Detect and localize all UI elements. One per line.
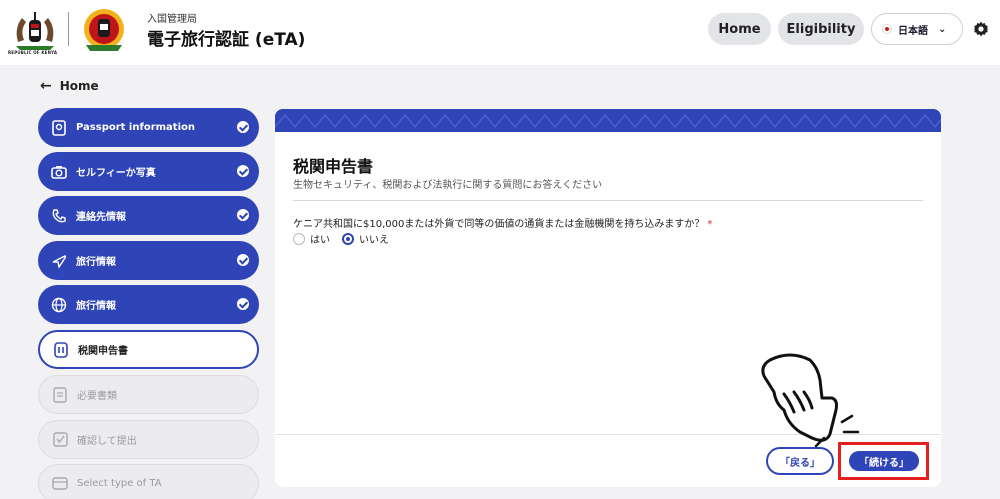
gear-icon [973, 21, 989, 37]
step-label: 連絡先情報 [76, 212, 126, 223]
back-button[interactable]: 「戻る」 [766, 447, 834, 475]
check-icon [237, 165, 249, 177]
plane-icon [50, 252, 68, 270]
required-mark: * [707, 219, 713, 230]
document-icon [51, 386, 69, 404]
phone-icon [50, 207, 68, 225]
language-selector[interactable]: 日本語 ⌄ [871, 13, 963, 45]
step-label: 旅行情報 [76, 301, 116, 312]
settings-gear-button[interactable] [969, 17, 993, 41]
step-label: Select type of TA [77, 478, 162, 489]
radio-no[interactable] [342, 232, 354, 245]
japan-flag-icon [882, 24, 892, 34]
page-title: 電子旅行認証 (eTA) [147, 30, 306, 50]
camera-icon [50, 163, 68, 181]
currency-question: ケニア共和国に$10,000または外貨で同等の価値の通貨または金融機関を持ち込み… [293, 215, 712, 230]
form-divider [293, 200, 923, 201]
header-subtitle: 入国管理局 [147, 14, 197, 25]
step-travel-info[interactable]: 旅行情報 [38, 241, 259, 280]
back-home-link[interactable]: ← Home [40, 78, 99, 94]
form-title: 税関申告書 [293, 157, 374, 176]
step-label: 確認して提出 [77, 436, 137, 447]
check-icon [237, 254, 249, 266]
globe-icon [50, 296, 68, 314]
check-icon [237, 121, 249, 133]
chevron-down-icon: ⌄ [938, 23, 947, 35]
form-subtitle: 生物セキュリティ、税関および法執行に関する質問にお答えください [293, 180, 603, 191]
decorative-pattern-band [275, 109, 941, 132]
customs-icon [52, 341, 70, 359]
check-icon [237, 298, 249, 310]
header-divider [68, 12, 69, 46]
step-label: セルフィーか写真 [76, 168, 156, 179]
eligibility-nav-button[interactable]: Eligibility [778, 13, 864, 45]
back-home-label: Home [59, 79, 99, 93]
passport-icon [50, 119, 68, 137]
home-nav-button[interactable]: Home [708, 13, 771, 45]
question-text: ケニア共和国に$10,000または外貨で同等の価値の通貨または金融機関を持ち込み… [293, 219, 705, 230]
radio-no-label[interactable]: いいえ [359, 231, 389, 246]
card-icon [51, 475, 69, 493]
step-label: Passport information [76, 122, 195, 133]
radio-yes[interactable] [293, 232, 305, 245]
language-label: 日本語 [898, 25, 928, 37]
step-required-documents[interactable]: 必要書類 [38, 375, 259, 414]
pointing-hand-icon [761, 353, 860, 448]
step-travel-info-2[interactable]: 旅行情報 [38, 285, 259, 324]
step-selfie-photo[interactable]: セルフィーか写真 [38, 152, 259, 191]
step-label: 税関申告書 [78, 346, 128, 357]
step-passport-information[interactable]: Passport information [38, 108, 259, 147]
currency-radio-group: はい いいえ [293, 231, 401, 246]
arrow-left-icon: ← [40, 78, 52, 94]
header: REPUBLIC OF KENYA 入国管理局 電子旅行認証 (eTA) Hom… [0, 0, 1000, 65]
radio-yes-label[interactable]: はい [310, 231, 330, 246]
step-label: 必要書類 [77, 391, 117, 402]
coat-caption: REPUBLIC OF KENYA [8, 50, 58, 55]
step-review-submit[interactable]: 確認して提出 [38, 420, 259, 459]
step-select-ta-type[interactable]: Select type of TA [38, 464, 259, 499]
continue-button[interactable]: 「続ける」 [849, 451, 919, 471]
check-icon [237, 209, 249, 221]
checkbox-icon [51, 431, 69, 449]
step-label: 旅行情報 [76, 257, 116, 268]
immigration-emblem-icon [84, 9, 124, 51]
step-contact-info[interactable]: 連絡先情報 [38, 196, 259, 235]
step-customs-declaration[interactable]: 税関申告書 [38, 330, 259, 369]
